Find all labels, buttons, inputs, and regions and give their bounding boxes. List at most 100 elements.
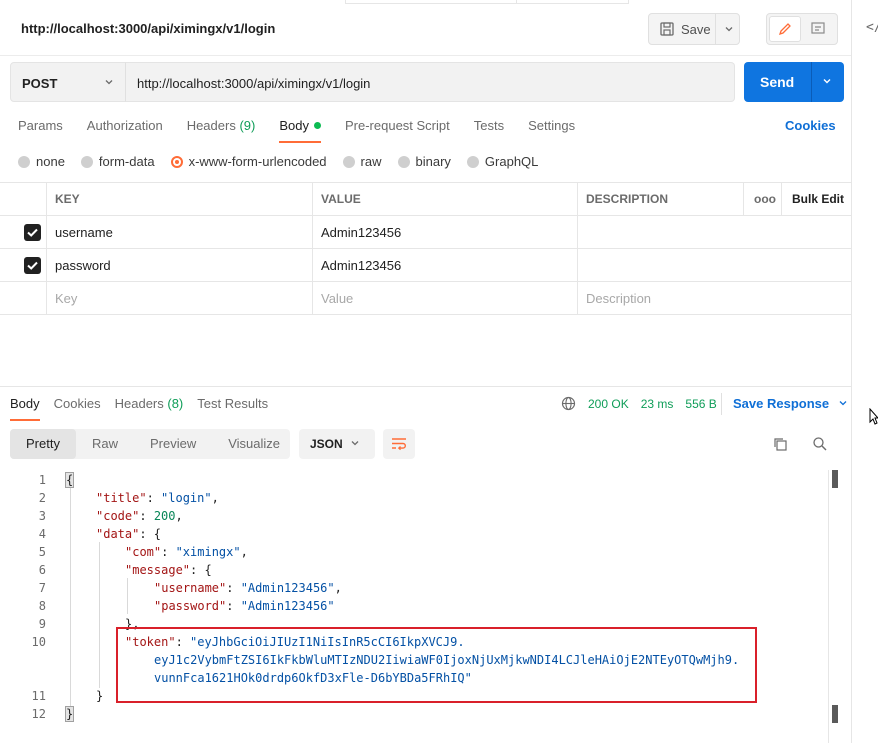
divider [811,62,812,102]
search-icon[interactable] [812,436,828,452]
chevron-down-icon[interactable] [821,75,833,87]
value-input[interactable]: Value [312,282,578,315]
radio-none[interactable]: none [18,154,65,169]
row-key[interactable]: password [46,249,313,282]
scrollbar-track[interactable] [828,470,829,743]
send-label: Send [760,74,795,90]
line-number: 1 [38,473,46,487]
row-value[interactable]: Admin123456 [312,216,578,249]
check-icon [27,228,38,237]
radio-x-www-form-urlencoded[interactable]: x-www-form-urlencoded [170,154,327,169]
column-header-description: DESCRIPTION [577,183,743,216]
json-string: "ximingx" [175,545,241,559]
line-number: 4 [38,527,46,541]
radio-label: form-data [98,154,155,169]
scrollbar-thumb[interactable] [832,470,838,488]
chevron-down-icon [105,80,113,85]
tab-params[interactable]: Params [18,118,63,143]
column-header-value: VALUE [312,183,578,216]
code-line: "com": "ximingx", [125,545,248,559]
radio-circle-selected [170,155,183,168]
tab-label: Body [10,396,40,411]
checkbox-checked[interactable] [24,257,41,274]
code-snippet-icon[interactable]: </ [866,20,878,35]
view-tab-raw[interactable]: Raw [76,429,134,459]
radio-raw[interactable]: raw [342,154,382,169]
radio-circle [342,155,355,168]
row-description[interactable] [577,216,851,249]
status-code[interactable]: 200 OK [588,397,629,411]
params-table: KEY VALUE DESCRIPTION ooo Bulk Edit user… [0,182,851,315]
tab-count: (9) [239,118,256,133]
tab-response-body[interactable]: Body [10,396,40,421]
tab-label: Test Results [197,396,269,411]
radio-form-data[interactable]: form-data [80,154,155,169]
wrap-lines-button[interactable] [383,429,415,459]
row-description[interactable] [577,249,851,282]
row-value[interactable]: Admin123456 [312,249,578,282]
indent-guide [99,542,100,688]
tab-settings[interactable]: Settings [528,118,575,143]
line-number: 12 [31,707,46,721]
cookies-link[interactable]: Cookies [785,118,836,133]
json-number: 200 [153,509,176,523]
scrollbar-thumb[interactable] [832,705,838,723]
copy-icon[interactable] [772,436,788,452]
row-key[interactable]: username [46,216,313,249]
tab-response-headers[interactable]: Headers (8) [115,396,184,421]
key-input[interactable]: Key [46,282,313,315]
line-number: 2 [38,491,46,505]
send-button[interactable]: Send [744,62,844,102]
tab-test-results[interactable]: Test Results [197,396,268,421]
tab-headers[interactable]: Headers (9) [187,118,256,143]
edit-mode-button[interactable] [769,16,801,42]
radio-graphql[interactable]: GraphQL [466,154,538,169]
tab-pre-request-script[interactable]: Pre-request Script [345,118,450,143]
tab-body[interactable]: Body [279,118,321,143]
tab-strip[interactable] [517,0,629,4]
tab-response-cookies[interactable]: Cookies [54,396,101,421]
code-line: } [64,706,75,722]
method-select[interactable]: POST [10,62,126,102]
chevron-down-icon [839,401,847,406]
scrollbar[interactable] [832,470,838,743]
tab-authorization[interactable]: Authorization [87,118,163,143]
divider [715,14,716,44]
brace: } [64,706,75,722]
code-line: "title": "login", [96,491,219,505]
format-select[interactable]: JSON [299,429,375,459]
save-response-button[interactable]: Save Response [733,396,849,411]
json-key: "title" [96,491,147,505]
globe-icon[interactable] [561,396,576,411]
bulk-edit-button[interactable]: Bulk Edit [781,183,851,216]
line-number: 6 [38,563,46,577]
radio-label: binary [415,154,451,169]
view-tab-visualize[interactable]: Visualize [212,429,296,459]
response-size[interactable]: 556 B [685,397,716,411]
more-options-icon[interactable]: ooo [743,183,781,216]
json-string: "Admin123456" [240,599,335,613]
right-side-panel: </ [851,0,878,743]
mouse-cursor-icon [869,408,878,425]
view-tab-pretty[interactable]: Pretty [10,429,76,459]
tab-tests[interactable]: Tests [474,118,504,143]
radio-binary[interactable]: binary [397,154,451,169]
save-button[interactable]: Save [648,13,740,45]
check-icon [27,261,38,270]
divider[interactable] [0,386,851,387]
description-input[interactable]: Description [577,282,851,315]
tab-label: Settings [528,118,576,133]
table-row: password Admin123456 [0,249,851,282]
url-input[interactable]: http://localhost:3000/api/ximingx/v1/log… [125,62,735,102]
view-tabs: Pretty Raw Preview Visualize [10,429,290,459]
wrap-lines-icon [392,438,406,451]
save-response-label: Save Response [733,396,830,411]
response-time[interactable]: 23 ms [641,397,674,411]
tab-strip[interactable] [345,0,517,4]
json-key: "com" [125,545,162,559]
comment-icon[interactable] [810,21,826,37]
view-tab-preview[interactable]: Preview [134,429,212,459]
request-title: http://localhost:3000/api/ximingx/v1/log… [21,21,276,36]
checkbox-checked[interactable] [24,224,41,241]
chevron-down-icon[interactable] [723,23,735,35]
